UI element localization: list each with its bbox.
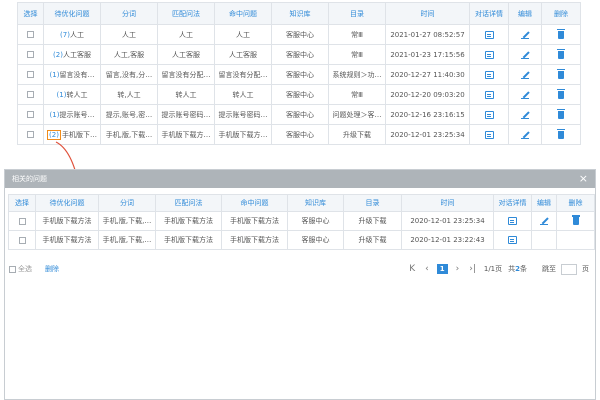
page-info: 1/1页 xyxy=(483,265,503,273)
delete-cell xyxy=(556,230,595,250)
column-header: 删除 xyxy=(556,194,595,212)
match-cell: 手机版下载方法 xyxy=(155,230,222,250)
close-icon[interactable]: × xyxy=(579,172,588,185)
goto-label: 跳至 xyxy=(542,265,556,273)
column-header: 目录 xyxy=(343,194,402,212)
column-header: 时间 xyxy=(401,194,494,212)
dir-cell: 升级下载 xyxy=(343,211,402,231)
dialog-title: 相关的问题 xyxy=(12,175,47,183)
time-cell: 2020-12-01 23:22:43 xyxy=(401,230,494,250)
next-page-icon[interactable]: › xyxy=(456,264,460,274)
time-cell: 2020-12-01 23:25:34 xyxy=(401,211,494,231)
column-header: 分词 xyxy=(98,194,156,212)
select-all-checkbox[interactable]: 全选 xyxy=(9,264,32,274)
detail-cell[interactable] xyxy=(493,211,532,231)
chat-detail-icon[interactable] xyxy=(508,217,517,225)
column-header: 知识库 xyxy=(287,194,344,212)
current-page-button[interactable]: 1 xyxy=(436,264,448,274)
related-table: 选择 待优化问题 分词 匹配问法 命中问题 知识库 目录 时间 对话详情 编辑 … xyxy=(8,194,595,250)
delete-button[interactable]: 删除 xyxy=(45,264,59,274)
dir-cell: 升级下载 xyxy=(343,230,402,250)
goto-page-suffix: 页 xyxy=(582,265,589,273)
dialog-footer: 全选 删除 K ‹ 1 › ›| 1/1页 共2条 跳至 页 xyxy=(9,262,592,276)
last-page-icon[interactable]: ›| xyxy=(469,264,476,274)
edit-icon[interactable] xyxy=(540,217,548,225)
hit-cell: 手机版下载方法 xyxy=(221,211,288,231)
trash-icon[interactable] xyxy=(571,215,580,225)
edit-cell xyxy=(531,230,557,250)
row-checkbox[interactable] xyxy=(18,236,26,244)
table-row: 手机版下载方法 手机,版,下载,… 手机版下载方法 手机版下载方法 客服中心 升级下载 20… xyxy=(8,211,595,231)
edit-cell[interactable] xyxy=(531,211,557,231)
select-cell[interactable] xyxy=(8,230,36,250)
total-count: 共2条 xyxy=(508,265,527,273)
prev-page-icon[interactable]: ‹ xyxy=(425,264,429,274)
checkbox[interactable] xyxy=(9,265,16,273)
column-header: 编辑 xyxy=(531,194,557,212)
goto-page-input[interactable] xyxy=(561,263,577,275)
table-header-row: 选择 待优化问题 分词 匹配问法 命中问题 知识库 目录 时间 对话详情 编辑 … xyxy=(8,194,595,212)
column-header: 匹配问法 xyxy=(155,194,222,212)
column-header: 命中问题 xyxy=(221,194,288,212)
tokens-cell: 手机,版,下载,… xyxy=(98,230,156,250)
kb-cell: 客服中心 xyxy=(287,211,344,231)
select-all-label: 全选 xyxy=(18,265,32,273)
kb-cell: 客服中心 xyxy=(287,230,344,250)
dialog-header: 相关的问题 × xyxy=(5,170,595,188)
question-cell: 手机版下载方法 xyxy=(35,230,99,250)
related-questions-dialog: 相关的问题 × 选择 待优化问题 分词 匹配问法 命中问题 知识库 目录 时间 … xyxy=(4,169,596,400)
column-header: 待优化问题 xyxy=(35,194,99,212)
column-header: 选择 xyxy=(8,194,36,212)
column-header: 对话详情 xyxy=(493,194,532,212)
delete-cell[interactable] xyxy=(556,211,595,231)
first-page-icon[interactable]: K xyxy=(409,264,415,274)
select-cell[interactable] xyxy=(8,211,36,231)
detail-cell[interactable] xyxy=(493,230,532,250)
tokens-cell: 手机,版,下载,… xyxy=(98,211,156,231)
match-cell: 手机版下载方法 xyxy=(155,211,222,231)
table-row: 手机版下载方法 手机,版,下载,… 手机版下载方法 手机版下载方法 客服中心 升级下载 20… xyxy=(8,230,595,250)
chat-detail-icon[interactable] xyxy=(508,236,517,244)
row-checkbox[interactable] xyxy=(18,217,26,225)
hit-cell: 手机版下载方法 xyxy=(221,230,288,250)
pagination: K ‹ 1 › ›| 1/1页 共2条 跳至 页 xyxy=(404,262,592,276)
question-cell: 手机版下载方法 xyxy=(35,211,99,231)
